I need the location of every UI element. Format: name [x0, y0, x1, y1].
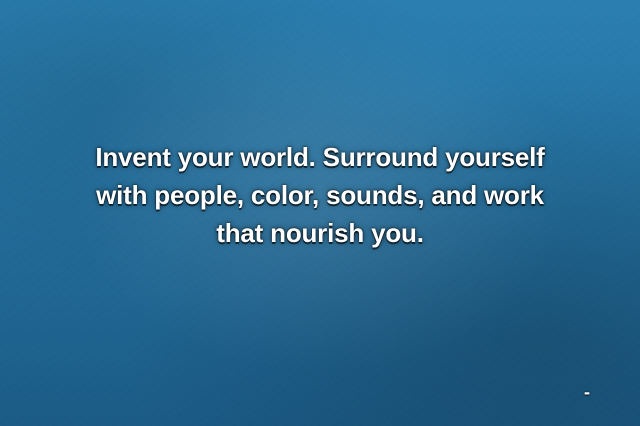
quote-text: Invent your world. Surround yourself wit… [95, 142, 545, 248]
attribution-dash: - [584, 382, 590, 402]
